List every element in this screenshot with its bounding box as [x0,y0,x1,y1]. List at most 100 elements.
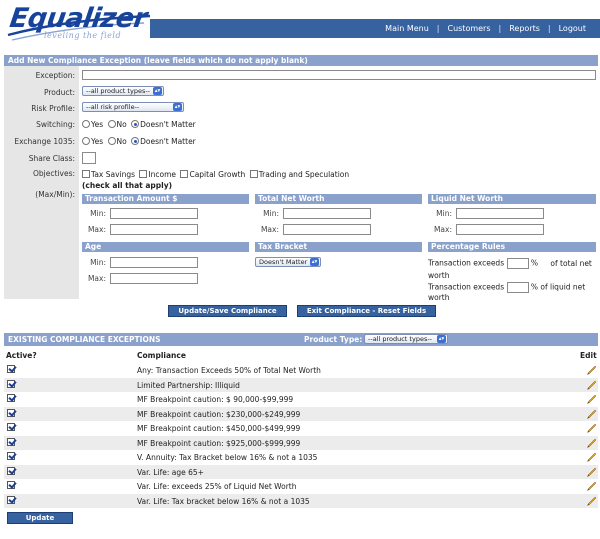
objective-trading-checkbox[interactable] [249,170,258,178]
label-column [4,66,79,299]
compliance-text: MF Breakpoint caution: $230,000-$249,999 [137,409,301,419]
objective-tax-savings-checkbox[interactable] [82,170,90,178]
share-class-label: Share Class: [4,154,79,163]
total-net-worth-max-input[interactable] [283,224,371,235]
edit-pencil-icon[interactable] [586,495,597,506]
transaction-amount-header: Transaction Amount $ [82,194,249,204]
product-type-label: Product Type: [304,335,363,344]
nav-customers[interactable]: Customers [439,24,498,33]
table-row: Var. Life: Tax bracket below 16% & not a… [4,493,598,508]
transaction-min-input[interactable] [110,208,198,219]
active-checkbox[interactable] [7,394,15,402]
age-max-input[interactable] [110,273,198,284]
table-row: MF Breakpoint caution: $230,000-$249,999 [4,406,598,421]
compliance-text: Limited Partnership: Illiquid [137,380,240,390]
compliance-text: Any: Transaction Exceeds 50% of Total Ne… [137,366,321,375]
switching-doesnt-matter-label: Doesn't Matter [140,119,196,129]
liquid-net-worth-max-input[interactable] [456,224,544,235]
edit-pencil-icon[interactable] [586,379,597,390]
objective-capital-growth-label: Capital Growth [189,169,246,179]
risk-profile-label: Risk Profile: [4,104,79,113]
age-min-input[interactable] [110,257,198,268]
objective-capital-growth-checkbox[interactable] [180,170,189,178]
exchange-doesnt-matter-label: Doesn't Matter [140,136,196,146]
switching-yes-radio[interactable] [82,120,90,128]
exchange-options: Yes No Doesn't Matter [82,136,198,146]
nav-logout[interactable]: Logout [551,24,594,33]
switching-label: Switching: [4,120,79,129]
switching-no-label: No [116,119,127,129]
edit-pencil-icon[interactable] [586,422,597,433]
nav-main-menu[interactable]: Main Menu [377,24,437,33]
switching-doesnt-matter-radio[interactable] [131,120,140,128]
pct-liquid-input[interactable] [506,282,529,293]
product-type-select[interactable]: --all product types-- ▴▾ [364,334,448,344]
total-net-worth-header: Total Net Worth [255,194,422,204]
exit-compliance-button[interactable]: Exit Compliance - Reset Fields [297,305,436,317]
pct-rule-1-prefix: Transaction exceeds [428,258,505,268]
edit-pencil-icon[interactable] [586,451,597,462]
equalizer-logo[interactable]: Equalizer leveling the field [4,2,154,48]
active-checkbox[interactable] [7,452,15,460]
active-checkbox[interactable] [7,437,15,446]
update-checked-button[interactable]: Update Checked [7,512,73,532]
share-class-input[interactable] [82,152,96,164]
exception-input[interactable] [82,70,596,80]
pct-rule-2-prefix: Transaction exceeds [428,282,505,292]
edit-pencil-icon[interactable] [586,480,597,491]
objective-income-label: Income [148,169,177,179]
edit-pencil-icon[interactable] [586,408,597,419]
pct-total-input[interactable] [506,258,529,269]
add-exception-form: Exception: Product: --all product types-… [4,66,598,302]
active-checkbox[interactable] [7,495,15,504]
transaction-max-input[interactable] [110,224,198,235]
pct-rule-1-suffix: of total net [550,258,592,268]
active-checkbox[interactable] [7,408,15,417]
objectives-label: Objectives: [4,169,79,178]
exchange-doesnt-matter-radio[interactable] [131,137,140,145]
tax-bracket-select[interactable]: Doesn't Matter ▴▾ [255,257,321,267]
transaction-min-label: Min: [90,209,106,218]
switching-options: Yes No Doesn't Matter [82,119,198,129]
active-checkbox[interactable] [7,466,15,475]
table-row: Limited Partnership: Illiquid [4,377,598,392]
compliance-text: V. Annuity: Tax Bracket below 16% & not … [137,453,318,462]
age-header: Age [82,242,249,252]
edit-pencil-icon[interactable] [586,437,597,448]
dropdown-arrows-icon: ▴▾ [153,87,162,95]
objective-income-checkbox[interactable] [139,170,148,178]
compliance-text: Var. Life: age 65+ [137,467,204,477]
edit-pencil-icon[interactable] [586,466,597,477]
table-row: MF Breakpoint caution: $450,000-$499,999 [4,421,598,435]
product-select[interactable]: --all product types-- ▴▾ [82,86,164,96]
active-checkbox[interactable] [7,379,15,388]
compliance-text: Var. Life: exceeds 25% of Liquid Net Wor… [137,482,297,491]
objectives-options: Tax Savings Income Capital Growth Tradin… [82,169,351,190]
edit-pencil-icon[interactable] [586,364,597,375]
table-row: Var. Life: exceeds 25% of Liquid Net Wor… [4,479,598,493]
active-checkbox[interactable] [7,423,15,431]
nav-reports[interactable]: Reports [501,24,548,33]
risk-profile-select[interactable]: --all risk profile-- ▴▾ [82,102,184,112]
pct-rule-1-wrap: worth [428,271,450,280]
objectives-note: (check all that apply) [82,180,173,190]
edit-pencil-icon[interactable] [586,393,597,404]
objective-trading-label: Trading and Speculation [258,169,350,179]
active-checkbox[interactable] [7,365,15,373]
liquid-net-worth-max-label: Max: [433,225,452,234]
existing-exceptions-title: EXISTING COMPLIANCE EXCEPTIONS [8,335,161,344]
exchange-yes-radio[interactable] [82,137,90,145]
total-net-worth-min-input[interactable] [283,208,371,219]
percentage-rules-header: Percentage Rules [428,242,596,252]
exchange-no-radio[interactable] [107,137,116,145]
switching-no-radio[interactable] [107,120,116,128]
save-compliance-button[interactable]: Update/Save Compliance Setting [168,305,287,325]
logo-text: Equalizer [7,3,149,34]
product-label: Product: [4,88,79,97]
active-checkbox[interactable] [7,481,15,489]
pct-rule-total: Transaction exceeds % of total net worth [428,258,596,280]
liquid-net-worth-min-input[interactable] [456,208,544,219]
app-header: Equalizer leveling the field Main Menu |… [0,0,600,50]
dropdown-arrows-icon: ▴▾ [173,103,182,111]
table-row: MF Breakpoint caution: $ 90,000-$99,999 [4,392,598,406]
